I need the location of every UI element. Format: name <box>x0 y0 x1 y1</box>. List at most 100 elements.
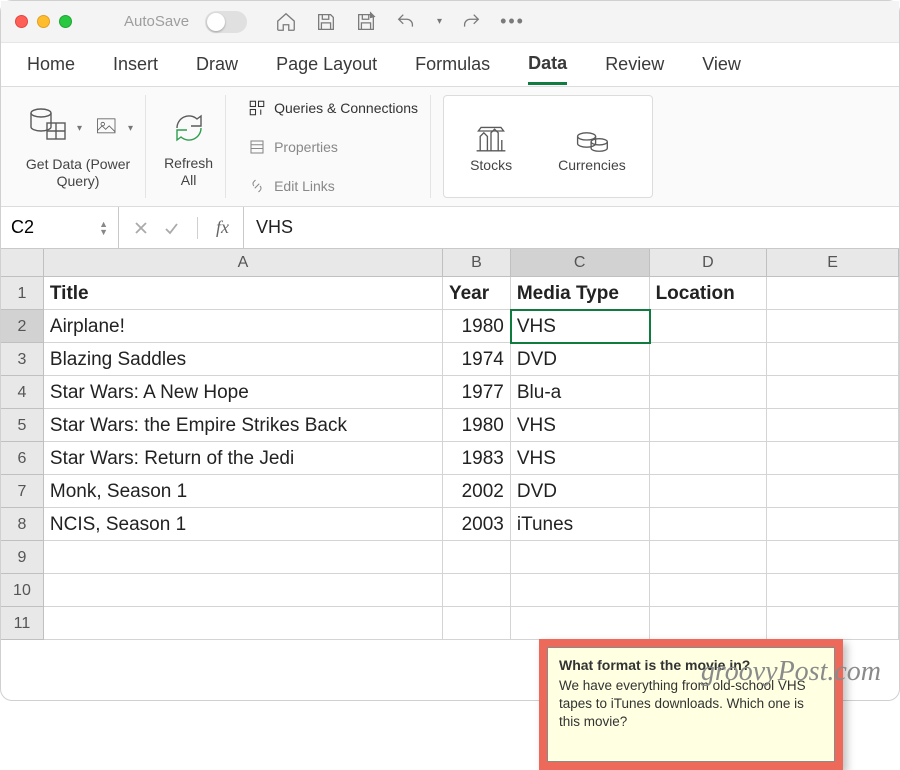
cell[interactable] <box>511 541 650 574</box>
cell[interactable] <box>650 607 768 640</box>
name-box[interactable]: C2 ▲▼ <box>1 207 119 248</box>
cell[interactable]: Star Wars: Return of the Jedi <box>44 442 443 475</box>
cell[interactable] <box>767 607 899 640</box>
undo-dropdown-icon[interactable]: ▾ <box>437 16 442 27</box>
cell[interactable] <box>767 409 899 442</box>
row-header[interactable]: 11 <box>1 607 44 640</box>
row-header[interactable]: 9 <box>1 541 44 574</box>
cell[interactable]: 2002 <box>443 475 511 508</box>
refresh-all-icon[interactable] <box>165 104 213 155</box>
cell[interactable]: DVD <box>511 475 650 508</box>
cell[interactable] <box>511 607 650 640</box>
cell[interactable] <box>443 541 511 574</box>
cell[interactable]: VHS <box>511 409 650 442</box>
cell[interactable] <box>650 409 768 442</box>
col-header-a[interactable]: A <box>44 249 443 277</box>
cell[interactable]: Title <box>44 277 443 310</box>
cell[interactable]: Media Type <box>511 277 650 310</box>
row-header[interactable]: 1 <box>1 277 44 310</box>
close-window-icon[interactable] <box>15 15 28 28</box>
enter-formula-icon[interactable] <box>163 220 179 236</box>
queries-connections-button[interactable]: Queries & Connections <box>248 91 418 124</box>
cell[interactable]: NCIS, Season 1 <box>44 508 443 541</box>
undo-icon[interactable] <box>395 11 417 33</box>
cell[interactable] <box>443 607 511 640</box>
cell[interactable]: 2003 <box>443 508 511 541</box>
cell[interactable] <box>767 442 899 475</box>
from-picture-icon[interactable] <box>94 113 122 144</box>
cell[interactable]: 1980 <box>443 310 511 343</box>
row-header[interactable]: 4 <box>1 376 44 409</box>
cell[interactable]: Location <box>650 277 768 310</box>
cell[interactable] <box>767 541 899 574</box>
cell[interactable] <box>650 508 768 541</box>
maximize-window-icon[interactable] <box>59 15 72 28</box>
tab-view[interactable]: View <box>702 46 741 83</box>
cell[interactable] <box>443 574 511 607</box>
tab-insert[interactable]: Insert <box>113 46 158 83</box>
row-header[interactable]: 6 <box>1 442 44 475</box>
cell[interactable] <box>650 310 768 343</box>
cell[interactable] <box>767 277 899 310</box>
cell[interactable] <box>767 376 899 409</box>
cell[interactable] <box>767 343 899 376</box>
col-header-d[interactable]: D <box>650 249 768 277</box>
row-header[interactable]: 8 <box>1 508 44 541</box>
cell[interactable]: 1977 <box>443 376 511 409</box>
cell[interactable]: DVD <box>511 343 650 376</box>
cell[interactable] <box>650 475 768 508</box>
cell[interactable]: Blazing Saddles <box>44 343 443 376</box>
row-header[interactable]: 7 <box>1 475 44 508</box>
cell[interactable] <box>650 574 768 607</box>
cell[interactable] <box>767 508 899 541</box>
cell[interactable] <box>44 574 443 607</box>
cell[interactable]: 1983 <box>443 442 511 475</box>
from-picture-dropdown-icon[interactable]: ▾ <box>128 123 133 134</box>
name-box-stepper[interactable]: ▲▼ <box>99 220 108 236</box>
cell[interactable] <box>767 475 899 508</box>
redo-icon[interactable] <box>460 11 482 33</box>
cell-selected[interactable]: VHS <box>511 310 650 343</box>
row-header[interactable]: 5 <box>1 409 44 442</box>
cell[interactable] <box>767 574 899 607</box>
cell[interactable] <box>44 541 443 574</box>
cell[interactable]: Year <box>443 277 511 310</box>
tab-draw[interactable]: Draw <box>196 46 238 83</box>
save-as-icon[interactable] <box>355 11 377 33</box>
more-commands-icon[interactable]: ••• <box>500 11 522 33</box>
currencies-button[interactable]: Currencies <box>558 125 626 173</box>
cell[interactable]: iTunes <box>511 508 650 541</box>
tab-page-layout[interactable]: Page Layout <box>276 46 377 83</box>
get-data-icon[interactable] <box>23 103 71 154</box>
cell[interactable] <box>650 376 768 409</box>
minimize-window-icon[interactable] <box>37 15 50 28</box>
cell[interactable]: Monk, Season 1 <box>44 475 443 508</box>
tab-home[interactable]: Home <box>27 46 75 83</box>
tab-formulas[interactable]: Formulas <box>415 46 490 83</box>
select-all-corner[interactable] <box>1 249 44 277</box>
fx-label[interactable]: fx <box>216 217 229 238</box>
col-header-c[interactable]: C <box>511 249 650 277</box>
cell[interactable]: Blu-a <box>511 376 650 409</box>
cell[interactable]: 1980 <box>443 409 511 442</box>
cell[interactable] <box>650 343 768 376</box>
save-icon[interactable] <box>315 11 337 33</box>
tab-data[interactable]: Data <box>528 45 567 85</box>
cell[interactable]: Star Wars: A New Hope <box>44 376 443 409</box>
row-header[interactable]: 3 <box>1 343 44 376</box>
stocks-button[interactable]: Stocks <box>470 125 512 173</box>
col-header-e[interactable]: E <box>767 249 899 277</box>
cell[interactable] <box>650 442 768 475</box>
formula-input[interactable]: VHS <box>244 207 899 248</box>
row-header[interactable]: 10 <box>1 574 44 607</box>
col-header-b[interactable]: B <box>443 249 511 277</box>
cell[interactable] <box>511 574 650 607</box>
get-data-dropdown-icon[interactable]: ▾ <box>77 123 82 134</box>
cell[interactable]: VHS <box>511 442 650 475</box>
cell[interactable] <box>44 607 443 640</box>
cell[interactable] <box>650 541 768 574</box>
cell[interactable]: Star Wars: the Empire Strikes Back <box>44 409 443 442</box>
cell[interactable] <box>767 310 899 343</box>
home-icon[interactable] <box>275 11 297 33</box>
row-header[interactable]: 2 <box>1 310 44 343</box>
